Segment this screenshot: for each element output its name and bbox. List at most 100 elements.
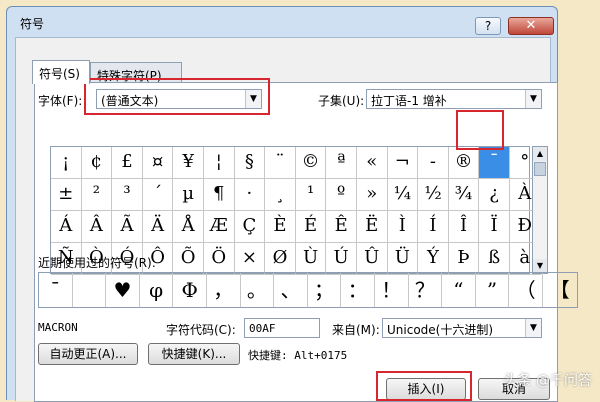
symbol-cell[interactable]: ¢ (81, 147, 113, 179)
from-label: 来自(M): (332, 323, 380, 337)
symbol-cell[interactable]: ¬ (387, 147, 419, 179)
recent-symbol-cell[interactable]: ！ (375, 273, 409, 307)
dialog-body: 特殊字符(P) 符号(S) 字体(F): (普通文本) ▼ 子集(U): 拉丁语… (15, 37, 578, 402)
symbol-cell[interactable]: Ø (265, 243, 296, 275)
symbol-cell[interactable]: ³ (112, 179, 143, 211)
symbol-cell[interactable]: § (234, 147, 266, 179)
recent-symbol-cell[interactable]: ” (476, 273, 510, 307)
symbol-cell[interactable]: ª (326, 147, 357, 179)
symbol-cell[interactable]: ½ (418, 179, 449, 211)
help-button[interactable]: ? (475, 17, 501, 35)
watermark: 头条 @千问答 (503, 373, 592, 389)
shortcut-key-button[interactable]: 快捷键(K)... (148, 343, 240, 365)
symbol-cell[interactable]: ¼ (387, 179, 419, 211)
symbol-cell[interactable]: - (418, 147, 449, 179)
recent-symbol-cell[interactable]: （ (509, 273, 543, 307)
symbol-cell[interactable]: £ (112, 147, 143, 179)
recent-symbol-cell[interactable]: ， (207, 273, 241, 307)
symbol-cell[interactable]: Ä (142, 211, 174, 243)
font-select-value: (普通文本) (101, 94, 159, 108)
recent-symbol-cell[interactable]: Φ (173, 273, 207, 307)
recent-symbol-cell[interactable]: ♥ (106, 273, 140, 307)
char-code-label: 字符代码(C): (166, 323, 236, 337)
symbol-cell[interactable]: Ö (203, 243, 235, 275)
char-code-input[interactable]: 00AF (244, 318, 320, 338)
symbol-cell[interactable]: µ (173, 179, 204, 211)
symbol-cell[interactable]: ² (81, 179, 113, 211)
symbol-cell[interactable]: Ý (418, 243, 449, 275)
scroll-down-icon[interactable]: ▼ (533, 259, 547, 273)
chevron-down-icon[interactable]: ▼ (525, 319, 541, 337)
symbol-cell[interactable]: Î (448, 211, 480, 243)
symbol-cell[interactable]: Ê (326, 211, 357, 243)
symbol-cell[interactable]: Í (418, 211, 449, 243)
symbol-cell[interactable]: « (356, 147, 388, 179)
symbol-cell[interactable]: ± (51, 179, 82, 211)
symbol-cell[interactable]: ¨ (265, 147, 296, 179)
symbol-cell[interactable]: ¦ (203, 147, 235, 179)
chevron-down-icon[interactable]: ▼ (245, 90, 261, 108)
symbol-grid-scrollbar[interactable]: ▲ ▼ (532, 146, 548, 274)
symbol-cell[interactable]: ¤ (142, 147, 174, 179)
symbol-cell[interactable]: ¾ (448, 179, 480, 211)
symbol-cell[interactable]: Ú (326, 243, 357, 275)
symbol-cell[interactable]: Â (81, 211, 113, 243)
scroll-up-icon[interactable]: ▲ (533, 147, 547, 161)
symbol-cell[interactable]: Á (51, 211, 82, 243)
close-button[interactable]: ✕ (508, 17, 554, 35)
symbol-cell[interactable]: Ì (387, 211, 419, 243)
symbol-cell[interactable]: ¸ (265, 179, 296, 211)
font-select[interactable]: (普通文本) ▼ (96, 89, 262, 109)
recent-symbol-cell[interactable]: ？ (409, 273, 443, 307)
recent-symbol-cell[interactable]: ； (308, 273, 342, 307)
symbol-cell[interactable]: ´ (142, 179, 174, 211)
tab-symbols[interactable]: 符号(S) (32, 60, 90, 84)
symbol-cell[interactable]: Û (356, 243, 388, 275)
autocorrect-button[interactable]: 自动更正(A)... (38, 343, 138, 365)
symbol-cell[interactable]: ® (448, 147, 480, 179)
symbol-cell[interactable]: Ç (234, 211, 266, 243)
symbol-cell[interactable]: Õ (173, 243, 204, 275)
symbol-cell[interactable]: Ë (356, 211, 388, 243)
symbol-cell-selected[interactable]: ¯ (479, 147, 510, 179)
font-label: 字体(F): (38, 94, 83, 108)
recent-symbol-cell[interactable]: ： (341, 273, 375, 307)
symbol-cell[interactable]: ¹ (295, 179, 327, 211)
symbol-cell[interactable]: ¿ (479, 179, 510, 211)
symbol-cell[interactable]: · (234, 179, 266, 211)
symbol-cell[interactable]: ¶ (203, 179, 235, 211)
symbol-cell[interactable]: © (295, 147, 327, 179)
recent-symbol-cell[interactable]: 【 (543, 273, 577, 307)
symbol-cell[interactable]: × (234, 243, 266, 275)
symbol-cell[interactable]: ß (479, 243, 510, 275)
symbol-cell[interactable]: Å (173, 211, 204, 243)
symbol-cell[interactable]: Ü (387, 243, 419, 275)
recent-symbol-cell[interactable]: 、 (274, 273, 308, 307)
symbol-cell[interactable]: Æ (203, 211, 235, 243)
symbol-cell[interactable]: È (265, 211, 296, 243)
symbol-cell[interactable]: º (326, 179, 357, 211)
symbol-cell[interactable]: ¥ (173, 147, 204, 179)
title-bar[interactable]: 符号 ? ✕ (7, 7, 557, 37)
symbol-cell[interactable]: Þ (448, 243, 480, 275)
subset-select[interactable]: 拉丁语-1 增补 ▼ (366, 89, 542, 109)
scrollbar-thumb[interactable] (534, 162, 546, 176)
symbol-cell[interactable]: » (356, 179, 388, 211)
dialog-title: 符号 (20, 17, 45, 31)
recent-symbol-cell[interactable]: ¯ (39, 273, 73, 307)
chevron-down-icon[interactable]: ▼ (525, 90, 541, 108)
symbol-cell[interactable]: Ã (112, 211, 143, 243)
symbol-dialog: 符号 ? ✕ 特殊字符(P) 符号(S) 字体(F): (普通文本) ▼ 子集(… (6, 6, 578, 402)
symbol-cell[interactable]: Ù (295, 243, 327, 275)
subset-select-value: 拉丁语-1 增补 (371, 94, 447, 108)
insert-button[interactable]: 插入(I) (386, 378, 466, 400)
recent-symbol-cell[interactable] (73, 273, 107, 307)
recent-symbol-cell[interactable]: “ (442, 273, 476, 307)
recent-symbol-cell[interactable]: 。 (241, 273, 275, 307)
recent-symbol-cell[interactable]: φ (140, 273, 174, 307)
symbol-cell[interactable]: É (295, 211, 327, 243)
from-select[interactable]: Unicode(十六进制) ▼ (382, 318, 542, 338)
symbol-cell[interactable]: ¡ (51, 147, 82, 179)
tab-special-chars[interactable]: 特殊字符(P) (90, 62, 182, 84)
symbol-cell[interactable]: Ï (479, 211, 510, 243)
